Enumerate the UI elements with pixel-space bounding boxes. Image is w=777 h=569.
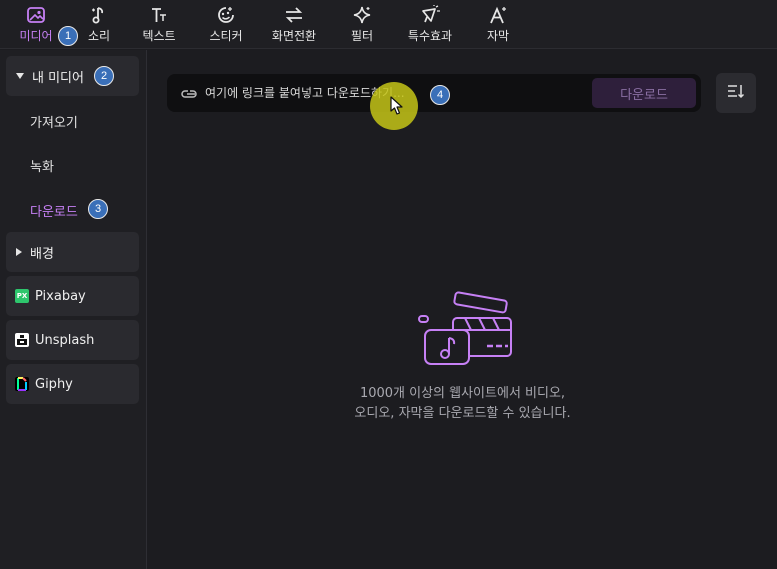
transition-icon: [283, 4, 305, 26]
unsplash-logo-icon: [15, 333, 29, 347]
sidebar-giphy-label: Giphy: [35, 376, 73, 392]
app-window: 미디어 1 소리 텍스트 스티커 화면전환 필터 특수효과 자막 내 미디어 2…: [0, 0, 777, 569]
tab-media-label: 미디어: [19, 29, 53, 43]
sidebar-pixabay[interactable]: PX Pixabay: [6, 276, 139, 316]
media-sidebar: 내 미디어 2 가져오기 녹화 다운로드 3 배경 PX Pixabay Uns…: [0, 50, 147, 569]
tab-effects[interactable]: 특수효과: [396, 0, 464, 48]
giphy-logo-icon: [15, 377, 29, 391]
sort-button[interactable]: [716, 73, 756, 113]
music-note-icon: [88, 4, 110, 26]
caret-right-icon: [16, 248, 22, 256]
tab-filter[interactable]: 필터: [328, 0, 396, 48]
sidebar-item-record[interactable]: 녹화: [30, 156, 54, 175]
tab-sticker[interactable]: 스티커: [192, 0, 260, 48]
link-icon: [179, 86, 201, 100]
sidebar-unsplash[interactable]: Unsplash: [6, 320, 139, 360]
sidebar-pixabay-label: Pixabay: [35, 288, 86, 304]
download-panel: 다운로드 4: [148, 50, 777, 569]
empty-state-line-2: 오디오, 자막을 다운로드할 수 있습니다.: [354, 406, 571, 421]
empty-state-message: 1000개 이상의 웹사이트에서 비디오, 오디오, 자막을 다운로드할 수 있…: [354, 384, 570, 424]
caret-down-icon: [16, 73, 24, 79]
empty-state-line-1: 1000개 이상의 웹사이트에서 비디오,: [359, 386, 566, 401]
tab-audio[interactable]: 소리: [72, 0, 126, 48]
sidebar-my-media[interactable]: 내 미디어 2: [6, 56, 139, 96]
text-icon: [148, 4, 170, 26]
tab-transition[interactable]: 화면전환: [260, 0, 328, 48]
tab-text-label: 텍스트: [142, 29, 176, 43]
empty-state: 1000개 이상의 웹사이트에서 비디오, 오디오, 자막을 다운로드할 수 있…: [148, 290, 777, 424]
filter-sparkle-icon: [351, 4, 373, 26]
step-badge-4: 4: [430, 85, 450, 105]
download-button[interactable]: 다운로드: [592, 78, 696, 108]
tab-media[interactable]: 미디어 1: [12, 0, 78, 48]
sidebar-giphy[interactable]: Giphy: [6, 364, 139, 404]
sticker-icon: [215, 4, 237, 26]
tab-effects-label: 특수효과: [407, 29, 453, 43]
sort-list-icon: [726, 83, 746, 103]
tab-audio-label: 소리: [87, 29, 111, 43]
caption-icon: [487, 4, 509, 26]
tab-text[interactable]: 텍스트: [126, 0, 192, 48]
sidebar-item-import[interactable]: 가져오기: [30, 112, 78, 131]
sidebar-unsplash-label: Unsplash: [35, 332, 95, 348]
tab-filter-label: 필터: [350, 29, 374, 43]
tab-captions-label: 자막: [486, 29, 510, 43]
sidebar-background-label: 배경: [30, 246, 54, 262]
step-badge-2: 2: [94, 66, 114, 86]
sidebar-item-download[interactable]: 다운로드: [30, 201, 78, 220]
pixabay-logo-icon: PX: [15, 289, 29, 303]
url-input[interactable]: [205, 86, 535, 100]
step-badge-3: 3: [88, 199, 108, 219]
tab-captions[interactable]: 자막: [464, 0, 532, 48]
effects-icon: [419, 4, 441, 26]
top-toolbar: 미디어 1 소리 텍스트 스티커 화면전환 필터 특수효과 자막: [0, 0, 777, 49]
mouse-pointer-icon: [390, 96, 404, 120]
sidebar-background[interactable]: 배경: [6, 232, 139, 272]
sidebar-my-media-label: 내 미디어: [32, 70, 84, 86]
media-icon: [25, 4, 47, 26]
tab-sticker-label: 스티커: [209, 29, 243, 43]
tab-transition-label: 화면전환: [271, 29, 317, 43]
clapperboard-music-icon: [413, 290, 513, 370]
